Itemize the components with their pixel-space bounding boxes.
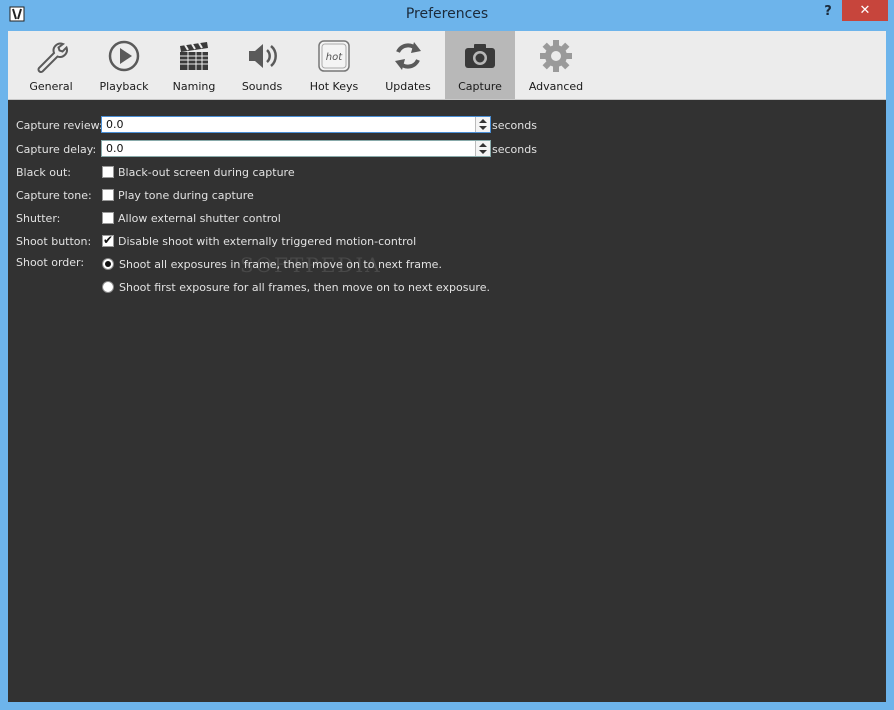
help-button[interactable]: ? (818, 3, 838, 21)
tab-label: General (29, 80, 73, 93)
spin-up-icon[interactable] (479, 143, 487, 147)
shoot-order-option-2[interactable]: Shoot first exposure for all frames, the… (119, 281, 490, 294)
tab-label: Naming (172, 80, 216, 93)
shoot-button-text[interactable]: Disable shoot with externally triggered … (118, 235, 416, 248)
window-title: Preferences (405, 6, 489, 22)
shoot-order-radio-1[interactable] (102, 258, 114, 270)
capture-review-spinbox[interactable]: 0.0 (101, 116, 491, 133)
preferences-toolbar: General Playback Naming Sounds hot Hot K… (8, 31, 886, 100)
hot-keys-icon: hot (318, 40, 350, 72)
checkmark-icon: ✔ (103, 233, 114, 247)
spinbox-arrows[interactable] (475, 141, 490, 156)
refresh-icon (395, 42, 421, 70)
tab-label: Capture (458, 80, 502, 93)
tab-sounds[interactable]: Sounds (228, 31, 296, 99)
capture-delay-unit: seconds (492, 143, 537, 156)
wrench-icon (37, 42, 68, 73)
preferences-window: Preferences ? ✕ General Playback Naming … (0, 0, 894, 710)
tab-label: Sounds (241, 80, 283, 93)
tab-capture[interactable]: Capture (445, 31, 515, 99)
tab-updates[interactable]: Updates (372, 31, 444, 99)
blackout-checkbox[interactable] (102, 166, 114, 178)
capture-delay-value[interactable]: 0.0 (106, 142, 124, 155)
tab-naming[interactable]: Naming (160, 31, 228, 99)
capture-delay-label: Capture delay: (16, 143, 97, 156)
capture-tone-text[interactable]: Play tone during capture (118, 189, 254, 202)
spin-down-icon[interactable] (479, 150, 487, 154)
tab-label: Hot Keys (309, 80, 359, 93)
tab-general[interactable]: General (16, 31, 86, 99)
spin-up-icon[interactable] (479, 119, 487, 123)
shutter-label: Shutter: (16, 212, 61, 225)
tab-label: Updates (385, 80, 431, 93)
shoot-order-label: Shoot order: (16, 256, 85, 269)
capture-review-label: Capture review: (16, 119, 103, 132)
tab-label: Advanced (528, 80, 584, 93)
svg-text:hot: hot (326, 52, 343, 63)
shutter-text[interactable]: Allow external shutter control (118, 212, 281, 225)
capture-delay-spinbox[interactable]: 0.0 (101, 140, 491, 157)
radio-selected-dot (105, 261, 111, 267)
capture-tone-label: Capture tone: (16, 189, 92, 202)
blackout-label: Black out: (16, 166, 71, 179)
spinbox-arrows[interactable] (475, 117, 490, 132)
tab-label: Playback (99, 80, 149, 93)
camera-icon (465, 44, 495, 68)
spin-down-icon[interactable] (479, 126, 487, 130)
close-button[interactable]: ✕ (842, 0, 888, 21)
tab-playback[interactable]: Playback (88, 31, 160, 99)
watermark: SOFTPEDIA (240, 253, 382, 277)
capture-settings-panel: Capture review: 0.0 seconds Capture dela… (8, 100, 886, 702)
tab-advanced[interactable]: Advanced (518, 31, 594, 99)
blackout-text[interactable]: Black-out screen during capture (118, 166, 295, 179)
title-bar[interactable]: Preferences ? ✕ (0, 0, 894, 31)
play-icon (108, 40, 140, 72)
capture-review-value[interactable]: 0.0 (106, 118, 124, 131)
gear-icon (540, 40, 572, 72)
capture-tone-checkbox[interactable] (102, 189, 114, 201)
clapperboard-icon (180, 42, 208, 70)
shoot-button-checkbox[interactable]: ✔ (102, 233, 114, 247)
speaker-icon (249, 44, 277, 68)
shoot-order-radio-2[interactable] (102, 281, 114, 293)
shoot-button-label: Shoot button: (16, 235, 92, 248)
tab-hot-keys[interactable]: hot Hot Keys (298, 31, 370, 99)
shutter-checkbox[interactable] (102, 212, 114, 224)
capture-review-unit: seconds (492, 119, 537, 132)
